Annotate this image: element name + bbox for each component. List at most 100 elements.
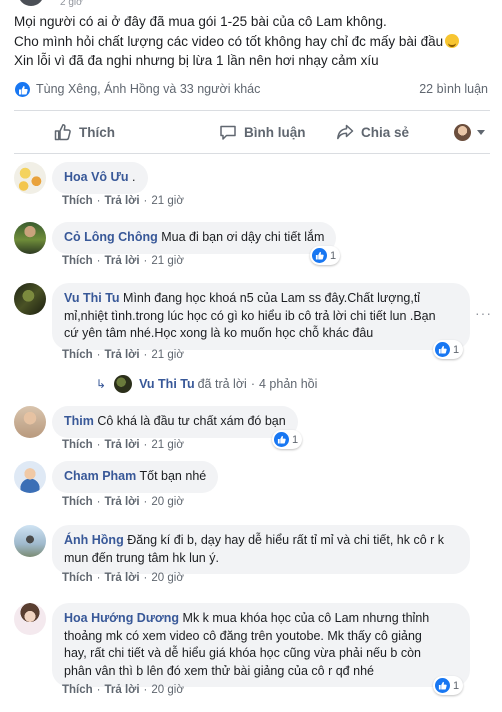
comment-bubble: Thim Cô khá là đầu tư chất xám đó bạn bbox=[52, 406, 298, 438]
comment-text-line: thoảng mk có xem video cô đăng trên yout… bbox=[64, 628, 422, 643]
comment-time[interactable]: 20 giờ bbox=[151, 496, 183, 508]
comment-reply-link[interactable]: Trả lời bbox=[105, 439, 140, 451]
commenter-avatar[interactable] bbox=[14, 222, 46, 254]
poster-avatar[interactable] bbox=[18, 0, 44, 6]
comment-bubble: Vu Thi Tu Mình đang học khoá n5 của Lam … bbox=[52, 283, 470, 350]
commenter-avatar[interactable] bbox=[14, 603, 46, 635]
comment-time[interactable]: 21 giờ bbox=[151, 195, 183, 207]
comment-meta: Thích · Trả lời · 20 giờ bbox=[62, 684, 184, 696]
comment-text-line: hay, rất chi tiết và dễ hiểu giá khóa họ… bbox=[64, 646, 421, 660]
comment-reaction-count[interactable]: 1 bbox=[433, 676, 464, 695]
replies-count: 4 phản hồi bbox=[258, 377, 318, 391]
commenter-avatar[interactable] bbox=[14, 162, 46, 194]
replier-avatar bbox=[114, 375, 133, 393]
like-reaction-icon[interactable] bbox=[14, 81, 31, 98]
share-button-label: Chia sẻ bbox=[361, 124, 410, 140]
comment-text-line: mỉ,nhiệt tình.trong lúc học có gì ko hiể… bbox=[64, 308, 436, 323]
comment-reply-link[interactable]: Trả lời bbox=[105, 572, 140, 584]
comment-author[interactable]: Ánh Hồng bbox=[64, 533, 124, 547]
like-reaction-icon bbox=[274, 432, 289, 447]
comment-author[interactable]: Vu Thi Tu bbox=[64, 291, 120, 305]
reaction-count: 1 bbox=[292, 433, 299, 446]
comment-bubble-icon bbox=[220, 125, 236, 140]
comment-time[interactable]: 20 giờ bbox=[151, 684, 183, 696]
comment-button[interactable]: Bình luận bbox=[219, 111, 306, 153]
comment-reply-link[interactable]: Trả lời bbox=[105, 255, 140, 267]
reaction-summary: Tùng Xêng, Ánh Hồng và 33 người khác 22 … bbox=[14, 80, 490, 100]
view-replies-link[interactable]: ↳ Vu Thi Tu đã trả lời · 4 phản hồi bbox=[96, 374, 317, 394]
like-reaction-icon bbox=[312, 248, 327, 263]
like-reaction-icon bbox=[435, 342, 450, 357]
comment-reply-link[interactable]: Trả lời bbox=[105, 496, 140, 508]
comment-reply-link[interactable]: Trả lời bbox=[105, 684, 140, 696]
post-line: Mọi người có ai ở đây đã mua gói 1-25 bà… bbox=[14, 14, 387, 29]
reaction-count: 1 bbox=[453, 679, 460, 692]
comment-time[interactable]: 21 giờ bbox=[151, 349, 183, 361]
comment-like-link[interactable]: Thích bbox=[62, 439, 93, 451]
comment-meta: Thích · Trả lời · 20 giờ bbox=[62, 496, 184, 508]
comment-author[interactable]: Cham Pham bbox=[64, 469, 136, 483]
commenter-avatar[interactable] bbox=[14, 283, 46, 315]
comment-reaction-count[interactable]: 1 bbox=[310, 246, 341, 265]
like-button-label: Thích bbox=[79, 124, 115, 140]
comment-reaction-count[interactable]: 1 bbox=[272, 430, 303, 449]
more-options-icon[interactable]: ··· bbox=[475, 305, 492, 321]
comment-bubble: Hoa Hướng Dương Mk k mua khóa học của cô… bbox=[52, 603, 470, 687]
reaction-count: 1 bbox=[453, 343, 460, 356]
comment-like-link[interactable]: Thích bbox=[62, 496, 93, 508]
replier-name: Vu Thi Tu bbox=[139, 377, 195, 391]
comment-bubble: Cỏ Lông Chông Mua đi bạn ơi dậy chi tiết… bbox=[52, 222, 337, 254]
comment-like-link[interactable]: Thích bbox=[62, 255, 93, 267]
comment-author[interactable]: Hoa Vô Ưu bbox=[64, 170, 129, 184]
reply-arrow-icon: ↳ bbox=[96, 377, 107, 391]
share-button[interactable]: Chia sẻ bbox=[336, 111, 409, 153]
comment-text: Mua đi bạn ơi dậy chi tiết lắm bbox=[161, 230, 325, 244]
comment-time[interactable]: 21 giờ bbox=[151, 255, 183, 267]
comment-like-link[interactable]: Thích bbox=[62, 572, 93, 584]
post-time[interactable]: 2 giờ bbox=[60, 0, 83, 8]
profile-avatar bbox=[454, 123, 471, 141]
comment-time[interactable]: 20 giờ bbox=[151, 572, 183, 584]
comment-author[interactable]: Cỏ Lông Chông bbox=[64, 230, 158, 244]
comment-meta: Thích · Trả lời · 21 giờ bbox=[62, 349, 184, 361]
comment-meta: Thích · Trả lời · 21 giờ bbox=[62, 255, 184, 267]
comment-meta: Thích · Trả lời · 20 giờ bbox=[62, 572, 184, 584]
comment-text: Mk k mua khóa học của cô Lam nhưng thỉnh bbox=[182, 611, 430, 625]
comment-button-label: Bình luận bbox=[244, 124, 306, 140]
comment-text: . bbox=[132, 170, 136, 184]
thumbs-up-icon bbox=[54, 123, 71, 141]
comment-author[interactable]: Thim bbox=[64, 414, 94, 428]
reaction-count: 1 bbox=[330, 249, 337, 262]
comment-text: Đăng kí đi b, dạy hay dễ hiểu rất tỉ mỉ … bbox=[127, 533, 445, 547]
reaction-names-link[interactable]: Tùng Xêng, Ánh Hồng và 33 người khác bbox=[36, 82, 260, 96]
comment-meta: Thích · Trả lời · 21 giờ bbox=[62, 439, 184, 451]
comment-bubble: Hoa Vô Ưu . bbox=[52, 162, 148, 194]
post-action-bar: Thích Bình luận Chia sẻ bbox=[14, 110, 490, 154]
comment-text: Cô khá là đầu tư chất xám đó bạn bbox=[97, 414, 286, 428]
comment-reply-link[interactable]: Trả lời bbox=[105, 349, 140, 361]
comments-count-link[interactable]: 22 bình luận bbox=[419, 82, 488, 96]
comment-reply-link[interactable]: Trả lời bbox=[105, 195, 140, 207]
comment-meta: Thích · Trả lời · 21 giờ bbox=[62, 195, 184, 207]
comment-text-line: cứ yên tâm nhé.Học xong là ko muốn học c… bbox=[64, 326, 374, 340]
commenter-avatar[interactable] bbox=[14, 461, 46, 493]
comment-author[interactable]: Hoa Hướng Dương bbox=[64, 611, 179, 625]
comment-text-line: mun đến trung tâm hk lun ý. bbox=[64, 550, 219, 565]
comment-like-link[interactable]: Thích bbox=[62, 684, 93, 696]
post-body: Mọi người có ai ở đây đã mua gói 1-25 bà… bbox=[14, 12, 494, 71]
comment-text: Tốt bạn nhé bbox=[139, 469, 207, 483]
chevron-down-icon bbox=[477, 129, 485, 135]
commenter-avatar[interactable] bbox=[14, 525, 46, 557]
reaction-as-profile-selector[interactable] bbox=[454, 111, 485, 153]
comment-reaction-count[interactable]: 1 bbox=[433, 340, 464, 359]
comment-like-link[interactable]: Thích bbox=[62, 349, 93, 361]
like-button[interactable]: Thích bbox=[54, 111, 115, 153]
replied-text: đã trả lời bbox=[197, 377, 247, 391]
commenter-avatar[interactable] bbox=[14, 406, 46, 438]
comment-like-link[interactable]: Thích bbox=[62, 195, 93, 207]
comment-bubble: Cham Pham Tốt bạn nhé bbox=[52, 461, 219, 493]
comment-text: Mình đang học khoá n5 của Lam ss đây.Chấ… bbox=[123, 291, 421, 305]
post-line: Xin lỗi vì đã đa nghi nhưng bị lừa 1 lần… bbox=[14, 53, 379, 68]
comment-time[interactable]: 21 giờ bbox=[151, 439, 183, 451]
grinning-face-emoji-icon bbox=[445, 33, 460, 48]
